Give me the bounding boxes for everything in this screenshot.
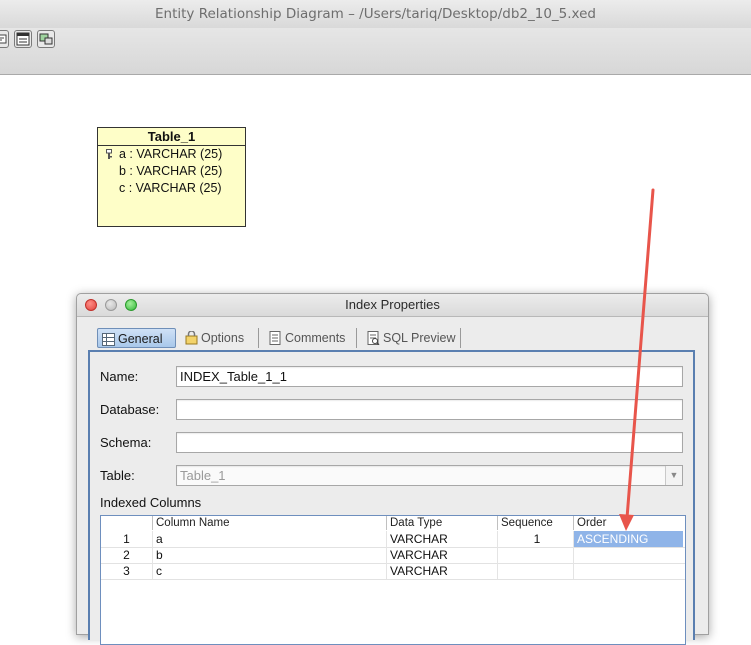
cell-order[interactable] xyxy=(573,563,683,579)
table-row[interactable]: 1 a VARCHAR 1 ASCENDING xyxy=(101,531,685,548)
table-header: Column Name Data Type Sequence Order xyxy=(101,516,685,530)
zoom-button[interactable] xyxy=(125,299,137,311)
header-order[interactable]: Order xyxy=(573,516,685,530)
row-number: 1 xyxy=(123,532,130,546)
database-label: Database: xyxy=(100,402,160,417)
general-tab-icon xyxy=(102,332,115,352)
table-select: Table_1 ▼ xyxy=(176,465,683,486)
indexed-columns-label: Indexed Columns xyxy=(100,495,202,510)
schema-field[interactable] xyxy=(176,432,683,453)
tab-general[interactable]: General xyxy=(97,328,176,348)
entity-column-a: a : VARCHAR (25) xyxy=(98,146,245,163)
general-panel: Name: INDEX_Table_1_1 Database: Schema: … xyxy=(88,350,695,645)
cell-column-name[interactable]: a xyxy=(152,531,386,547)
close-button[interactable] xyxy=(85,299,97,311)
cell-column-name[interactable]: c xyxy=(152,563,386,579)
schema-label: Schema: xyxy=(100,435,152,450)
options-tab-icon xyxy=(185,330,198,351)
tab-comments[interactable]: Comments xyxy=(265,328,357,348)
window-title: Entity Relationship Diagram – /Users/tar… xyxy=(0,0,751,29)
cell-data-type[interactable]: VARCHAR xyxy=(386,563,497,579)
database-field[interactable] xyxy=(176,399,683,420)
table-label: Table: xyxy=(100,468,135,483)
indexed-columns-table[interactable]: Column Name Data Type Sequence Order 1 a… xyxy=(100,515,686,645)
index-properties-dialog: Index Properties General Options Comment… xyxy=(76,293,709,645)
comments-tab-icon xyxy=(269,331,281,351)
row-number: 2 xyxy=(123,548,130,562)
cell-order-selected[interactable]: ASCENDING xyxy=(573,531,683,547)
tab-sql-preview[interactable]: SQL Preview xyxy=(363,328,461,348)
cell-data-type[interactable]: VARCHAR xyxy=(386,547,497,563)
toolbar-view-button[interactable] xyxy=(37,30,55,48)
toolbar-null-button[interactable] xyxy=(0,30,9,48)
tab-options[interactable]: Options xyxy=(181,328,259,348)
name-field[interactable]: INDEX_Table_1_1 xyxy=(176,366,683,387)
cell-sequence[interactable]: 1 xyxy=(497,531,573,547)
header-data-type[interactable]: Data Type xyxy=(386,516,497,530)
entity-column-b: b : VARCHAR (25) xyxy=(119,164,223,178)
minimize-button[interactable] xyxy=(105,299,117,311)
row-number: 3 xyxy=(123,564,130,578)
table-row[interactable]: 2 b VARCHAR xyxy=(101,547,685,564)
toolbar-table-button[interactable] xyxy=(14,30,32,48)
dialog-title: Index Properties xyxy=(345,297,440,312)
table-row[interactable]: 3 c VARCHAR xyxy=(101,563,685,580)
entity-title: Table_1 xyxy=(98,128,245,146)
toolbar xyxy=(0,28,751,75)
cell-sequence[interactable] xyxy=(497,563,573,579)
entity-table-1[interactable]: Table_1 a : VARCHAR (25) b : VARCHAR (25… xyxy=(97,127,246,227)
cell-sequence[interactable] xyxy=(497,547,573,563)
entity-column-c: c : VARCHAR (25) xyxy=(119,181,222,195)
header-row-number xyxy=(101,516,152,530)
cell-column-name[interactable]: b xyxy=(152,547,386,563)
sql-preview-tab-icon xyxy=(367,331,380,351)
table-select-value: Table_1 xyxy=(180,468,226,483)
cell-order[interactable] xyxy=(573,547,683,563)
header-sequence[interactable]: Sequence xyxy=(497,516,573,530)
cell-data-type[interactable]: VARCHAR xyxy=(386,531,497,547)
header-column-name[interactable]: Column Name xyxy=(152,516,386,530)
dialog-titlebar[interactable]: Index Properties xyxy=(77,294,708,317)
dropdown-arrow-icon: ▼ xyxy=(665,466,682,485)
name-label: Name: xyxy=(100,369,139,384)
